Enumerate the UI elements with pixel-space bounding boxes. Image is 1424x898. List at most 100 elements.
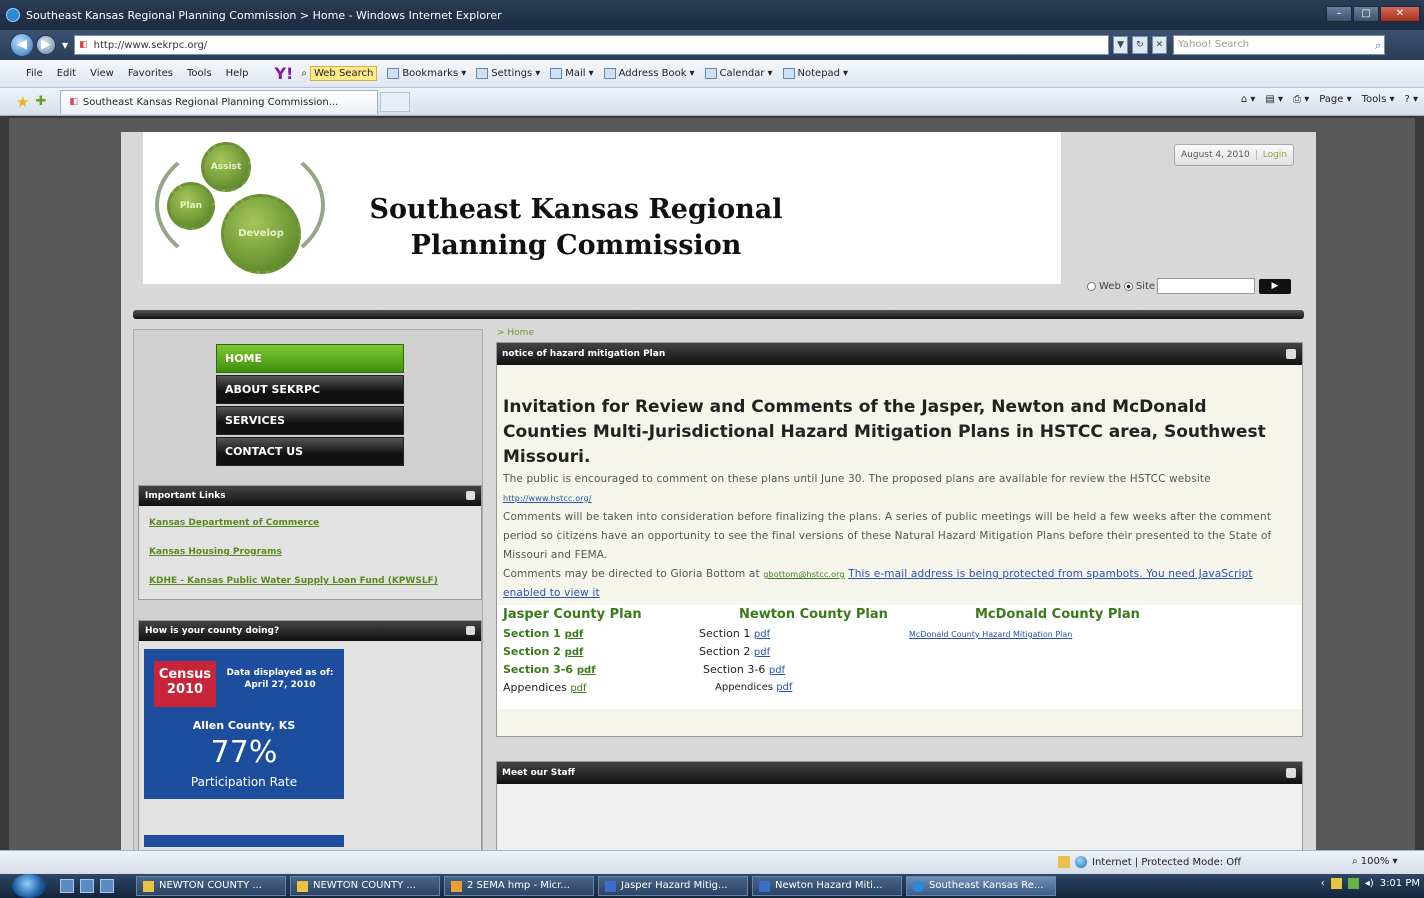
search-icon[interactable]: ⌕ xyxy=(1375,37,1381,55)
mcdonald-plan-link[interactable]: McDonald County Hazard Mitigation Plan xyxy=(909,630,1140,639)
newton-section-3-6-pdf[interactable]: pdf xyxy=(769,665,785,676)
collapse-icon[interactable] xyxy=(1286,768,1296,778)
popup-blocker-icon[interactable] xyxy=(1058,856,1070,868)
menu-help[interactable]: Help xyxy=(226,68,249,79)
newton-section-label: Section 2 xyxy=(699,645,751,658)
task-button[interactable]: NEWTON COUNTY ... xyxy=(136,876,286,896)
task-button[interactable]: NEWTON COUNTY ... xyxy=(290,876,440,896)
link-kansas-commerce[interactable]: Kansas Department of Commerce xyxy=(149,518,473,528)
task-button[interactable]: 2 SEMA hmp - Micr... xyxy=(444,876,594,896)
jasper-section-2-pdf[interactable]: pdf xyxy=(565,647,584,658)
favorites-star-icon[interactable]: ★ xyxy=(16,93,29,111)
nav-contact[interactable]: CONTACT US xyxy=(216,437,404,466)
jasper-row: Appendices pdf xyxy=(503,679,642,697)
menu-tools[interactable]: Tools xyxy=(187,68,212,79)
quick-launch-icon[interactable] xyxy=(60,879,74,893)
quick-launch-icon[interactable] xyxy=(100,879,114,893)
task-button-active[interactable]: Southeast Kansas Re... xyxy=(906,876,1056,896)
browser-search-input[interactable]: Yahoo! Search ⌕ xyxy=(1173,35,1386,55)
yahoo-logo[interactable]: Y! xyxy=(274,64,293,83)
notepad-label: Notepad xyxy=(797,68,841,79)
link-kansas-housing[interactable]: Kansas Housing Programs xyxy=(149,547,473,557)
hstcc-link[interactable]: http://www.hstcc.org/ xyxy=(503,494,592,503)
tray-arrow-icon[interactable]: ‹ xyxy=(1321,878,1325,889)
jasper-section-3-6-pdf[interactable]: pdf xyxy=(577,665,596,676)
feeds-icon[interactable]: ▤ ▾ xyxy=(1265,94,1283,105)
email-link[interactable]: gbottom@hstcc.org xyxy=(763,570,844,579)
main-nav: HOME ABOUT SEKRPC SERVICES CONTACT US xyxy=(216,344,404,468)
mail-icon xyxy=(451,880,462,892)
task-label: Newton Hazard Miti... xyxy=(775,880,883,891)
collapse-icon[interactable] xyxy=(466,491,475,500)
link-kdhe-kpwslf[interactable]: KDHE - Kansas Public Water Supply Loan F… xyxy=(149,576,473,586)
collapse-icon[interactable] xyxy=(1286,349,1296,359)
newton-section-label: Section 3-6 xyxy=(703,663,766,676)
stop-icon[interactable]: ✕ xyxy=(1151,36,1168,54)
history-dropdown-icon[interactable]: ▼ xyxy=(62,41,68,50)
nav-home[interactable]: HOME xyxy=(216,344,404,373)
jasper-section-1-pdf[interactable]: pdf xyxy=(565,629,584,640)
calendar-label: Calendar xyxy=(719,68,765,79)
collapse-icon[interactable] xyxy=(466,626,475,635)
settings-button[interactable]: Settings ▾ xyxy=(476,68,540,79)
mail-button[interactable]: Mail ▾ xyxy=(550,68,594,79)
census-widget[interactable]: Census 2010 Data displayed as of: April … xyxy=(144,649,344,799)
menu-edit[interactable]: Edit xyxy=(57,68,76,79)
maximize-button[interactable]: □ xyxy=(1353,6,1379,22)
county-panel: How is your county doing? Census 2010 Da… xyxy=(138,620,482,850)
task-button[interactable]: Jasper Hazard Mitig... xyxy=(598,876,748,896)
toolbar-search[interactable]: ⌕ Web Search xyxy=(301,66,378,81)
address-dropdown-icon[interactable]: ▼ xyxy=(1113,36,1129,54)
task-label: Jasper Hazard Mitig... xyxy=(621,880,728,891)
address-book-button[interactable]: Address Book ▾ xyxy=(603,68,695,79)
menu-view[interactable]: View xyxy=(90,68,114,79)
start-button[interactable] xyxy=(12,874,46,898)
menu-file[interactable]: File xyxy=(26,68,43,79)
article-paragraph-2: Comments will be taken into consideratio… xyxy=(503,511,1272,561)
nav-services[interactable]: SERVICES xyxy=(216,406,404,435)
search-go-button[interactable]: ▶ xyxy=(1259,278,1292,294)
page-menu[interactable]: Page ▾ xyxy=(1319,94,1351,105)
search-site-radio[interactable] xyxy=(1123,281,1133,291)
calendar-button[interactable]: Calendar ▾ xyxy=(704,68,773,79)
jasper-appendices-pdf[interactable]: pdf xyxy=(570,683,586,694)
refresh-icon[interactable]: ↻ xyxy=(1132,36,1148,54)
new-tab-button[interactable] xyxy=(380,91,411,112)
network-icon[interactable] xyxy=(1347,878,1359,889)
forward-button[interactable]: ▶ xyxy=(36,35,56,55)
nav-about[interactable]: ABOUT SEKRPC xyxy=(216,375,404,404)
web-search-button[interactable]: Web Search xyxy=(309,66,378,81)
newton-section-2-pdf[interactable]: pdf xyxy=(754,647,770,658)
tab-sekrpc[interactable]: ◧ Southeast Kansas Regional Planning Com… xyxy=(60,89,379,114)
print-icon[interactable]: ⎙ ▾ xyxy=(1293,94,1309,105)
site-search-input[interactable] xyxy=(1157,278,1256,294)
jasper-section-label: Section 1 xyxy=(503,627,561,640)
home-icon[interactable]: ⌂ ▾ xyxy=(1241,94,1256,105)
bookmarks-button[interactable]: Bookmarks ▾ xyxy=(387,68,466,79)
back-button[interactable]: ◀ xyxy=(10,33,34,57)
breadcrumb[interactable]: > Home xyxy=(497,328,534,338)
security-zone[interactable]: Internet | Protected Mode: Off xyxy=(1058,856,1241,868)
tray-icon[interactable] xyxy=(1330,878,1342,889)
close-button[interactable]: ✕ xyxy=(1380,6,1420,22)
p3-text: Comments may be directed to Gloria Botto… xyxy=(503,568,760,580)
quick-launch-icon[interactable] xyxy=(80,879,94,893)
address-bar[interactable]: ◧ http://www.sekrpc.org/ xyxy=(74,35,1110,55)
search-web-radio[interactable] xyxy=(1087,281,1096,291)
zoom-control[interactable]: ⌕ 100% ▾ xyxy=(1352,856,1398,867)
newton-appendices-pdf[interactable]: pdf xyxy=(776,682,792,693)
clock[interactable]: 3:01 PM xyxy=(1380,878,1420,889)
menu-favorites[interactable]: Favorites xyxy=(128,68,173,79)
volume-icon[interactable]: ◂) xyxy=(1365,878,1374,889)
notepad-button[interactable]: Notepad ▾ xyxy=(782,68,848,79)
newton-section-1-pdf[interactable]: pdf xyxy=(754,629,770,640)
task-label: Southeast Kansas Re... xyxy=(929,880,1044,891)
system-tray: ‹ ◂) 3:01 PM xyxy=(1321,878,1420,889)
login-link[interactable]: Login xyxy=(1255,150,1287,160)
add-favorite-icon[interactable]: ✚ xyxy=(35,94,46,109)
site-title-line1: Southeast Kansas Regional xyxy=(369,194,783,225)
task-button[interactable]: Newton Hazard Miti... xyxy=(752,876,902,896)
minimize-button[interactable]: – xyxy=(1326,6,1352,22)
tools-menu[interactable]: Tools ▾ xyxy=(1362,94,1395,105)
help-icon[interactable]: ? ▾ xyxy=(1404,94,1418,105)
